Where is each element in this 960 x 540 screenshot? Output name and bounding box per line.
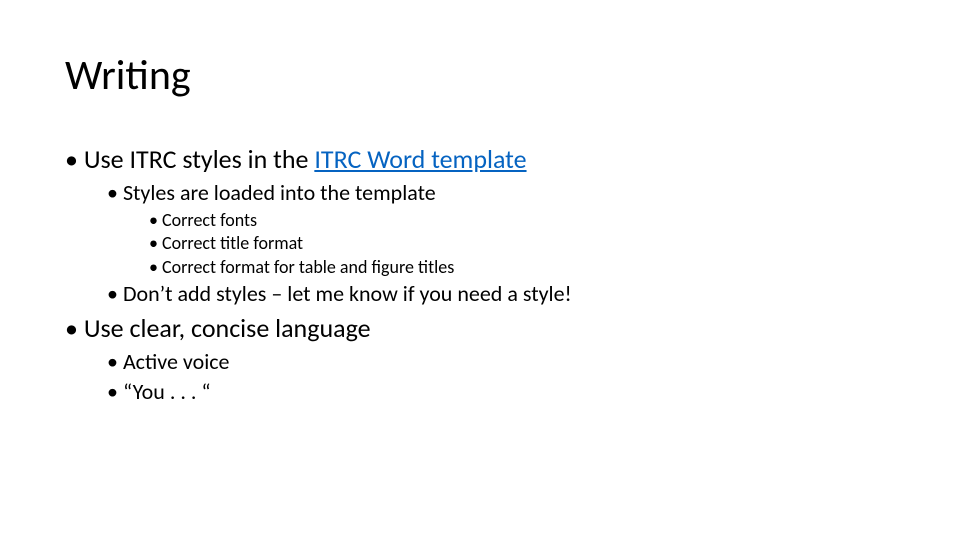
slide-title: Writing [65,50,191,101]
text-run: Use clear, concise language [84,312,371,344]
text-run: Use ITRC styles in the [84,143,315,175]
list-item: Use clear, concise language Active voice… [65,311,895,407]
slide: Writing Use ITRC styles in the ITRC Word… [0,0,960,540]
text-run: Correct title format [162,232,303,254]
text-run: Correct fonts [162,209,257,231]
bullet-list: Styles are loaded into the template Corr… [107,179,895,309]
list-item: Use ITRC styles in the ITRC Word templat… [65,142,895,309]
text-run: Styles are loaded into the template [123,179,436,206]
list-item: Don’t add styles – let me know if you ne… [107,280,895,309]
list-item: Correct title format [149,232,895,255]
list-item: Styles are loaded into the template Corr… [107,179,895,278]
slide-body: Use ITRC styles in the ITRC Word templat… [65,140,895,407]
list-item: “You . . . “ [107,378,895,407]
bullet-list: Correct fonts Correct title format Corre… [149,209,895,279]
text-run: “You . . . “ [123,378,211,405]
list-item: Correct format for table and figure titl… [149,256,895,279]
text-run: Don’t add styles – let me know if you ne… [123,280,572,307]
text-run: Correct format for table and figure titl… [162,256,454,278]
hyperlink-itrc-template[interactable]: ITRC Word template [314,143,526,175]
list-item: Correct fonts [149,209,895,232]
text-run: Active voice [123,348,230,375]
bullet-list: Use ITRC styles in the ITRC Word templat… [65,142,895,407]
bullet-list: Active voice “You . . . “ [107,348,895,407]
list-item: Active voice [107,348,895,377]
